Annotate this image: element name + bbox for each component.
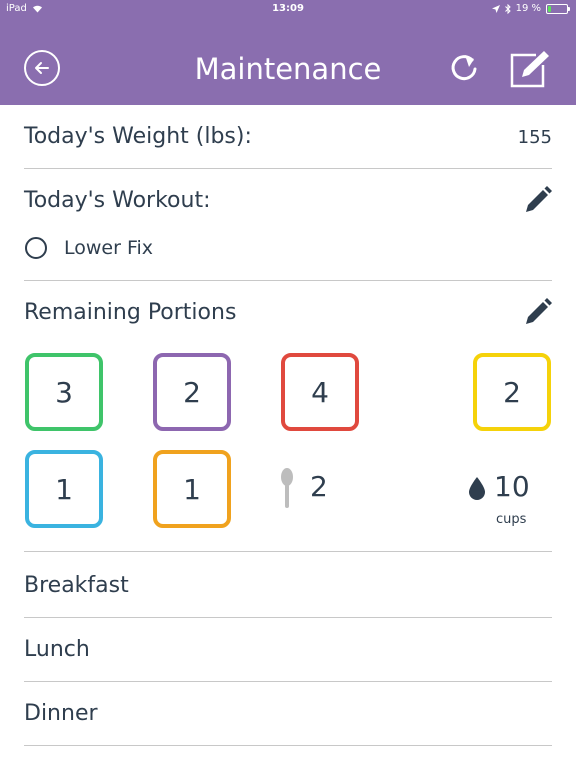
edit-note-icon — [510, 51, 549, 88]
meal-row-breakfast[interactable]: Breakfast — [24, 573, 129, 598]
battery-percent: 19 % — [515, 3, 541, 14]
divider — [24, 745, 552, 746]
weight-label: Today's Weight (lbs): — [24, 124, 252, 149]
divider — [24, 551, 552, 552]
meal-row-lunch[interactable]: Lunch — [24, 637, 90, 662]
refresh-button[interactable] — [446, 50, 482, 86]
portion-container-yellow[interactable]: 2 — [473, 353, 551, 431]
divider — [24, 168, 552, 169]
portion-container-purple[interactable]: 2 — [153, 353, 231, 431]
water-drop-icon — [469, 477, 485, 500]
water-count[interactable]: 10 — [494, 470, 530, 503]
location-icon — [491, 4, 500, 13]
status-bar: iPad 13:09 19 % — [0, 0, 576, 18]
divider — [24, 681, 552, 682]
portion-container-orange[interactable]: 1 — [153, 450, 231, 528]
battery-fill — [548, 5, 551, 12]
portion-container-green[interactable]: 3 — [25, 353, 103, 431]
meal-row-dinner[interactable]: Dinner — [24, 701, 98, 726]
status-right: 19 % — [491, 3, 570, 14]
edit-button[interactable] — [509, 49, 551, 89]
workout-item[interactable]: Lower Fix — [64, 237, 153, 259]
edit-portions-button[interactable] — [524, 298, 552, 326]
divider — [24, 617, 552, 618]
portion-container-red[interactable]: 4 — [281, 353, 359, 431]
workout-radio[interactable] — [25, 237, 47, 259]
weight-value[interactable]: 155 — [518, 127, 552, 148]
divider — [24, 280, 552, 281]
status-time: 13:09 — [272, 3, 304, 14]
portions-label: Remaining Portions — [24, 300, 237, 325]
refresh-icon — [451, 55, 477, 81]
water-unit: cups — [496, 512, 527, 527]
page-title: Maintenance — [194, 52, 382, 86]
app-header: iPad 13:09 19 % Maintenance — [0, 0, 576, 105]
pencil-icon — [526, 186, 552, 212]
battery-icon — [546, 3, 570, 14]
edit-workout-button[interactable] — [524, 186, 552, 214]
teaspoon-count[interactable]: 2 — [310, 470, 328, 503]
portion-container-blue[interactable]: 1 — [25, 450, 103, 528]
bluetooth-icon — [504, 3, 511, 14]
spoon-icon — [281, 468, 293, 508]
pencil-icon — [526, 298, 552, 324]
workout-label: Today's Workout: — [24, 188, 211, 213]
